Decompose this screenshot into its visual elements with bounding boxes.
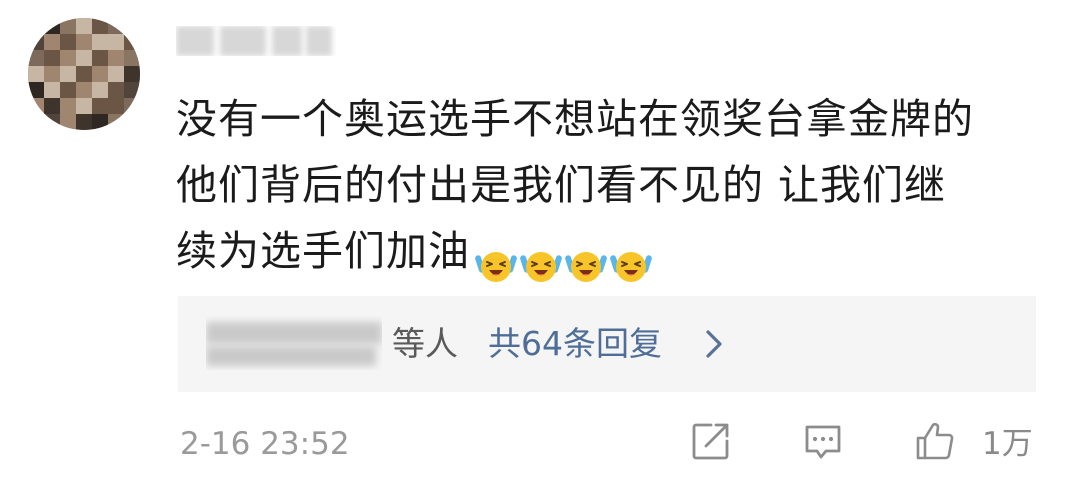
- comment-text: 没有一个奥运选手不想站在领奖台拿金牌的 他们背后的付出是我们看不见的 让我们继 …: [176, 86, 1036, 292]
- chevron-right-icon: [702, 328, 726, 360]
- thumbs-up-icon[interactable]: [914, 420, 956, 462]
- reply-users-suffix: 等人: [392, 324, 458, 363]
- avatar[interactable]: [28, 18, 140, 130]
- comment-icon[interactable]: [802, 420, 844, 462]
- username-blurred[interactable]: [176, 26, 336, 56]
- reply-names-blurred: [206, 316, 382, 370]
- crying-laughing-emoji-icon: [609, 240, 653, 284]
- comment-line: 续为选手们加油: [176, 218, 1036, 292]
- replies-preview[interactable]: 等人 共64条回复: [178, 296, 1036, 392]
- like-count: 1万: [982, 426, 1033, 462]
- comment-line: 没有一个奥运选手不想站在领奖台拿金牌的: [176, 95, 974, 143]
- share-icon[interactable]: [690, 420, 732, 462]
- comment-timestamp: 2-16 23:52: [180, 426, 350, 462]
- crying-laughing-emoji-icon: [519, 240, 563, 284]
- reply-count-link[interactable]: 共64条回复: [488, 322, 662, 366]
- crying-laughing-emoji-icon: [564, 240, 608, 284]
- emoji-group: [474, 226, 654, 292]
- crying-laughing-emoji-icon: [474, 240, 518, 284]
- comment-line: 他们背后的付出是我们看不见的 让我们继: [176, 161, 947, 209]
- comment-line-text: 续为选手们加油: [176, 227, 470, 275]
